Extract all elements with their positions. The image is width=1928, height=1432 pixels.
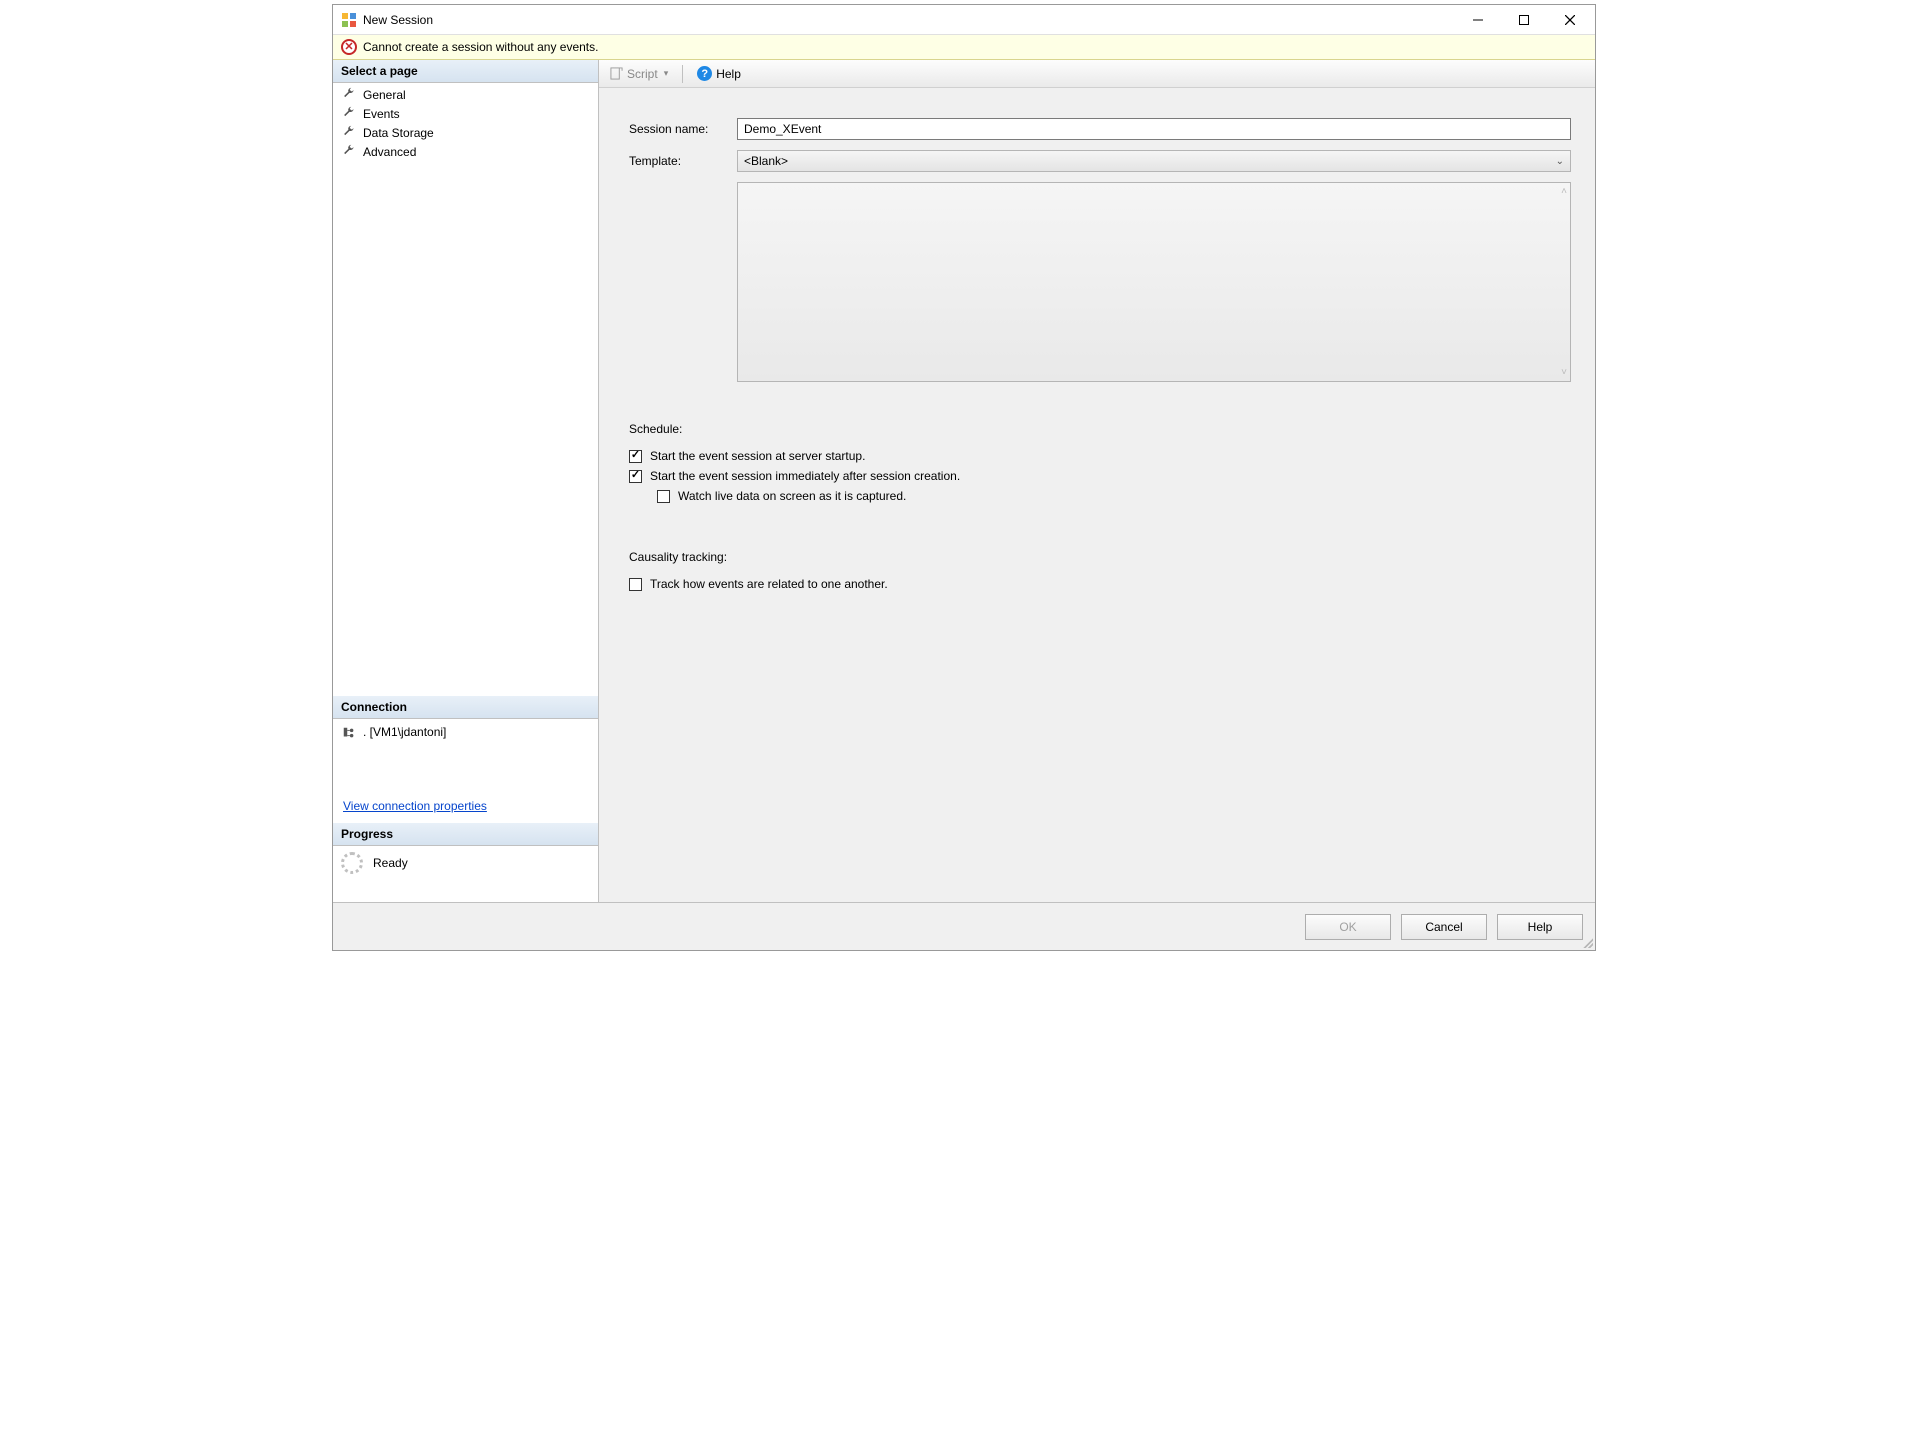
footer: OK Cancel Help [333, 902, 1595, 950]
connection-header: Connection [333, 696, 598, 719]
template-dropdown[interactable]: <Blank> ⌄ [737, 150, 1571, 172]
page-list: General Events Data Storage [333, 83, 598, 163]
error-icon: ✕ [341, 39, 357, 55]
checkbox-icon [657, 490, 670, 503]
wrench-icon [343, 125, 357, 140]
error-bar: ✕ Cannot create a session without any ev… [333, 35, 1595, 60]
page-label: General [363, 88, 406, 102]
page-label: Events [363, 107, 400, 121]
titlebar: New Session [333, 5, 1595, 35]
progress-status: Ready [373, 856, 408, 870]
checkbox-start-at-server-startup[interactable]: Start the event session at server startu… [629, 446, 1571, 466]
checkbox-label: Watch live data on screen as it is captu… [678, 489, 906, 503]
toolbar-separator [682, 65, 683, 83]
checkbox-causality-tracking[interactable]: Track how events are related to one anot… [629, 574, 1571, 594]
page-item-general[interactable]: General [333, 85, 598, 104]
progress-header: Progress [333, 823, 598, 846]
chevron-down-icon: ⌄ [1556, 156, 1564, 167]
progress-body: Ready [333, 846, 598, 880]
window-controls [1455, 5, 1593, 35]
template-label: Template: [629, 154, 737, 168]
help-label: Help [716, 67, 741, 81]
checkbox-label: Track how events are related to one anot… [650, 577, 888, 591]
script-icon [609, 67, 623, 81]
content-panel: Script ▾ ? Help Session name: Template: [599, 60, 1595, 902]
content-toolbar: Script ▾ ? Help [599, 60, 1595, 88]
session-name-label: Session name: [629, 122, 737, 136]
connection-value: . [VM1\jdantoni] [363, 725, 446, 739]
template-value: <Blank> [744, 154, 788, 168]
page-item-data-storage[interactable]: Data Storage [333, 123, 598, 142]
scroll-down-icon[interactable]: ˅ [1561, 367, 1567, 378]
schedule-group-label: Schedule: [629, 422, 1571, 436]
view-connection-properties-link[interactable]: View connection properties [333, 799, 598, 823]
page-item-advanced[interactable]: Advanced [333, 142, 598, 161]
script-dropdown[interactable]: Script ▾ [605, 65, 672, 83]
checkbox-icon [629, 450, 642, 463]
close-button[interactable] [1547, 5, 1593, 35]
resize-grip[interactable] [1581, 936, 1593, 948]
ok-button[interactable]: OK [1305, 914, 1391, 940]
template-description-box: ˄ ˅ [737, 182, 1571, 382]
wrench-icon [343, 87, 357, 102]
page-item-events[interactable]: Events [333, 104, 598, 123]
app-icon [341, 12, 357, 28]
cancel-button[interactable]: Cancel [1401, 914, 1487, 940]
progress-spinner-icon [341, 852, 363, 874]
error-message: Cannot create a session without any even… [363, 40, 598, 54]
checkbox-label: Start the event session immediately afte… [650, 469, 960, 483]
select-page-header: Select a page [333, 60, 598, 83]
minimize-button[interactable] [1455, 5, 1501, 35]
main-split: Select a page General Events [333, 60, 1595, 902]
form-area: Session name: Template: <Blank> ⌄ ˄ ˅ [599, 88, 1595, 902]
wrench-icon [343, 106, 357, 121]
help-icon: ? [697, 66, 712, 81]
chevron-down-icon: ▾ [664, 68, 669, 79]
checkbox-start-immediately[interactable]: Start the event session immediately afte… [629, 466, 1571, 486]
maximize-button[interactable] [1501, 5, 1547, 35]
server-icon [341, 725, 357, 741]
checkbox-icon [629, 578, 642, 591]
connection-body: . [VM1\jdantoni] [333, 719, 598, 749]
help-button-footer[interactable]: Help [1497, 914, 1583, 940]
session-name-input[interactable] [737, 118, 1571, 140]
causality-group-label: Causality tracking: [629, 550, 1571, 564]
dialog-window: New Session ✕ Cannot create a session wi… [332, 4, 1596, 951]
wrench-icon [343, 144, 357, 159]
scroll-up-icon[interactable]: ˄ [1561, 186, 1567, 197]
checkbox-label: Start the event session at server startu… [650, 449, 865, 463]
script-label: Script [627, 67, 658, 81]
sidebar: Select a page General Events [333, 60, 599, 902]
page-label: Advanced [363, 145, 416, 159]
help-button[interactable]: ? Help [693, 64, 745, 83]
checkbox-watch-live-data[interactable]: Watch live data on screen as it is captu… [629, 486, 1571, 506]
checkbox-icon [629, 470, 642, 483]
window-title: New Session [363, 13, 433, 27]
page-label: Data Storage [363, 126, 434, 140]
